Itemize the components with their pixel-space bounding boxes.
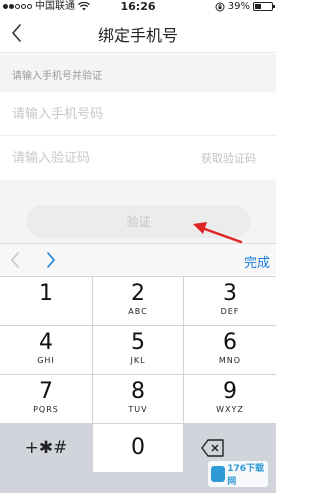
- code-field-row: 获取验证码: [0, 136, 276, 180]
- key-digit: 5: [131, 330, 145, 355]
- backspace-icon: [201, 439, 224, 457]
- status-bar: 中国联通 16:26 39%: [0, 0, 276, 13]
- key-4[interactable]: 4 GHI: [0, 326, 92, 374]
- key-6[interactable]: 6 MNO: [184, 326, 276, 374]
- key-letters: DEF: [220, 307, 240, 316]
- orientation-lock-icon: [215, 2, 225, 11]
- key-1[interactable]: 1: [0, 277, 92, 325]
- key-digit: 9: [223, 379, 237, 404]
- key-digit: 8: [131, 379, 145, 404]
- key-9[interactable]: 9 WXYZ: [184, 375, 276, 423]
- nav-bar: 绑定手机号: [0, 13, 276, 53]
- key-3[interactable]: 3 DEF: [184, 277, 276, 325]
- status-right: 39%: [215, 0, 275, 13]
- battery-fill: [255, 4, 261, 9]
- verify-button[interactable]: 验证: [26, 205, 251, 238]
- site-watermark: 176下载网: [208, 461, 268, 487]
- key-letters: PQRS: [33, 405, 59, 414]
- battery-percent: 39%: [227, 1, 250, 12]
- key-2[interactable]: 2 ABC: [92, 277, 184, 325]
- chevron-right-icon[interactable]: [44, 250, 58, 270]
- phone-input[interactable]: [12, 102, 182, 126]
- phone-field-row: [0, 92, 276, 136]
- get-code-button[interactable]: 获取验证码: [201, 150, 256, 166]
- verification-code-input[interactable]: [12, 146, 182, 170]
- key-digit: 6: [223, 330, 237, 355]
- key-digit: 4: [39, 330, 53, 355]
- key-symbols-label: +✱#: [24, 438, 68, 458]
- page-title: 绑定手机号: [97, 26, 178, 45]
- section-hint: 请输入手机号并验证: [12, 71, 102, 82]
- watermark-text: 176下载网: [227, 464, 265, 487]
- key-0[interactable]: 0: [92, 424, 184, 472]
- key-letters: GHI: [37, 356, 55, 365]
- key-digit: 3: [223, 281, 237, 306]
- key-digit: 2: [131, 281, 145, 306]
- key-symbols[interactable]: +✱#: [0, 424, 92, 472]
- chevron-left-icon[interactable]: [8, 250, 22, 270]
- section-hint-row: 请输入手机号并验证: [0, 54, 276, 92]
- key-letters: ABC: [128, 307, 148, 316]
- keyboard-toolbar: 完成: [0, 243, 276, 275]
- key-letters: WXYZ: [216, 405, 244, 414]
- key-digit: 0: [131, 435, 145, 460]
- watermark-logo-icon: [211, 466, 226, 482]
- key-letters: MNO: [218, 356, 242, 365]
- key-letters: JKL: [130, 356, 146, 365]
- keyboard-done-button[interactable]: 完成: [244, 252, 270, 271]
- numeric-keypad: 1 2 ABC 3 DEF 4 GHI 5 JKL 6 MNO 7 PQRS 8…: [0, 276, 276, 493]
- key-digit: 7: [39, 379, 53, 404]
- key-letters: TUV: [128, 405, 148, 414]
- battery-icon: [253, 2, 275, 11]
- key-7[interactable]: 7 PQRS: [0, 375, 92, 423]
- key-digit: 1: [39, 281, 53, 306]
- key-5[interactable]: 5 JKL: [92, 326, 184, 374]
- key-8[interactable]: 8 TUV: [92, 375, 184, 423]
